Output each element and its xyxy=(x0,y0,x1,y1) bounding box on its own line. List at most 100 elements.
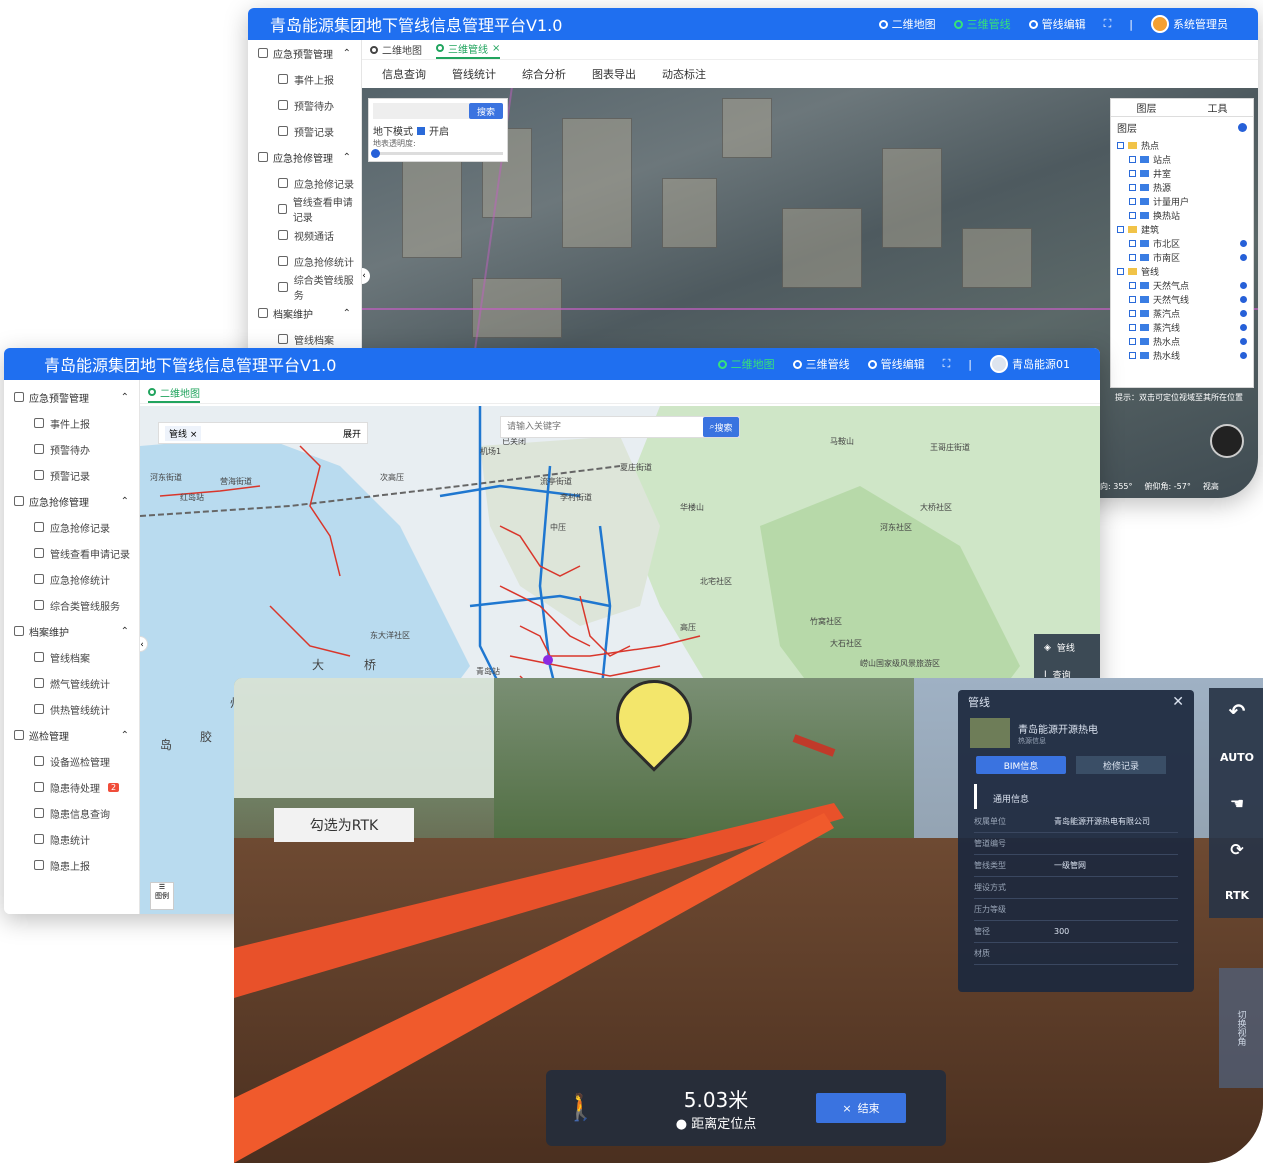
sidebar-item[interactable]: 管线查看申请记录 xyxy=(4,540,139,566)
sidebar-item[interactable]: 事件上报 xyxy=(248,66,361,92)
subtab-dynamic-label[interactable]: 动态标注 xyxy=(662,66,706,82)
layer-checkbox[interactable] xyxy=(1129,323,1136,331)
layer-row[interactable]: 热水线 xyxy=(1117,348,1247,362)
tab-layers[interactable]: 图层 xyxy=(1137,100,1157,115)
sidebar-item[interactable]: 应急抢修统计 xyxy=(248,248,361,274)
opacity-slider[interactable] xyxy=(1240,351,1247,359)
tool-pipeline[interactable]: ◈ 管线 xyxy=(1034,634,1100,661)
layer-checkbox[interactable] xyxy=(1117,141,1124,149)
compass-icon[interactable] xyxy=(1210,424,1244,458)
sidebar-group[interactable]: 应急预警管理 ⌃ xyxy=(248,40,361,66)
layer-row[interactable]: 市北区 xyxy=(1117,236,1247,250)
subtab-chart-export[interactable]: 图表导出 xyxy=(592,66,636,82)
tab-2d-map[interactable]: 二维地图 xyxy=(148,385,200,403)
filter-chip[interactable]: 管线 × xyxy=(165,425,202,441)
layer-checkbox[interactable] xyxy=(1129,155,1136,163)
opacity-slider[interactable] xyxy=(1240,239,1247,247)
opacity-slider[interactable] xyxy=(1240,337,1247,345)
switch-view-button[interactable]: 切换视角 xyxy=(1219,968,1263,1088)
underground-checkbox[interactable] xyxy=(417,126,425,135)
nav-3d-pipeline[interactable]: 三维管线 xyxy=(953,16,1011,32)
sidebar-item[interactable]: 综合类管线服务 xyxy=(248,274,361,302)
layer-row[interactable]: 天然气线 xyxy=(1117,292,1247,306)
layer-row[interactable]: 蒸汽线 xyxy=(1117,320,1247,334)
bim-info-button[interactable]: BIM信息 xyxy=(976,756,1066,774)
search-input[interactable] xyxy=(501,417,703,437)
close-icon[interactable]: × xyxy=(190,430,198,440)
opacity-slider[interactable] xyxy=(1240,323,1247,331)
search-button[interactable]: ⌕ 搜索 xyxy=(703,417,739,437)
layer-checkbox[interactable] xyxy=(1129,337,1136,345)
sidebar-group[interactable]: 档案维护 ⌃ xyxy=(4,618,139,644)
sidebar-item[interactable]: 隐患统计 xyxy=(4,826,139,852)
layer-row[interactable]: 天然气点 xyxy=(1117,278,1247,292)
layer-row[interactable]: 蒸汽点 xyxy=(1117,306,1247,320)
layer-row[interactable]: 站点 xyxy=(1117,152,1247,166)
back-icon[interactable]: ↶ xyxy=(1209,688,1263,734)
tab-tools[interactable]: 工具 xyxy=(1208,100,1228,115)
layer-checkbox[interactable] xyxy=(1129,351,1136,359)
layer-row[interactable]: 市南区 xyxy=(1117,250,1247,264)
layer-checkbox[interactable] xyxy=(1129,211,1136,219)
close-icon[interactable]: ✕ xyxy=(1172,694,1184,710)
sidebar-group[interactable]: 应急预警管理 ⌃ xyxy=(4,384,139,410)
rotate-icon[interactable]: ⟳ xyxy=(1209,826,1263,872)
sidebar-item[interactable]: 应急抢修统计 xyxy=(4,566,139,592)
sidebar-item[interactable]: 管线档案 xyxy=(4,644,139,670)
fullscreen-icon[interactable]: ⛶ xyxy=(943,357,951,371)
sidebar-item[interactable]: 隐患上报 xyxy=(4,852,139,878)
sidebar-item[interactable]: 隐患待处理 2 xyxy=(4,774,139,800)
opacity-slider[interactable] xyxy=(371,149,503,158)
layer-checkbox[interactable] xyxy=(1129,253,1136,261)
sidebar-group[interactable]: 巡检管理 ⌃ xyxy=(4,722,139,748)
auto-button[interactable]: AUTO xyxy=(1209,734,1263,780)
rtk-button[interactable]: RTK xyxy=(1209,872,1263,918)
sidebar-item[interactable]: 隐患信息查询 xyxy=(4,800,139,826)
layer-row[interactable]: 计量用户 xyxy=(1117,194,1247,208)
sidebar-group[interactable]: 应急抢修管理 ⌃ xyxy=(248,144,361,170)
repair-record-button[interactable]: 检修记录 xyxy=(1076,756,1166,774)
opacity-slider[interactable] xyxy=(1240,295,1247,303)
layer-row[interactable]: 管线 xyxy=(1117,264,1247,278)
sidebar-item[interactable]: 事件上报 xyxy=(4,410,139,436)
nav-2d-map[interactable]: 二维地图 xyxy=(878,16,936,32)
sidebar-item[interactable]: 预警记录 xyxy=(4,462,139,488)
sidebar-item[interactable]: 视频通话 xyxy=(248,222,361,248)
layer-row[interactable]: 换热站 xyxy=(1117,208,1247,222)
sidebar-item[interactable]: 应急抢修记录 xyxy=(248,170,361,196)
legend-button[interactable]: ☰ 图例 xyxy=(150,882,174,910)
expand-button[interactable]: 展开 xyxy=(343,427,361,440)
sidebar-item[interactable]: 供热管线统计 xyxy=(4,696,139,722)
layer-row[interactable]: 热源 xyxy=(1117,180,1247,194)
sidebar-item[interactable]: 预警待办 xyxy=(248,92,361,118)
layer-checkbox[interactable] xyxy=(1129,169,1136,177)
sidebar-item[interactable]: 管线查看申请记录 xyxy=(248,196,361,224)
sidebar-item[interactable]: 预警待办 xyxy=(4,436,139,462)
subtab-analysis[interactable]: 综合分析 xyxy=(522,66,566,82)
layer-checkbox[interactable] xyxy=(1129,281,1136,289)
layer-row[interactable]: 井室 xyxy=(1117,166,1247,180)
search-input[interactable] xyxy=(373,103,469,119)
layer-row[interactable]: 热水点 xyxy=(1117,334,1247,348)
nav-pipeline-edit[interactable]: 管线编辑 xyxy=(867,356,925,372)
subtab-info-query[interactable]: 信息查询 xyxy=(382,66,426,82)
search-button[interactable]: 搜索 xyxy=(469,103,503,119)
layer-checkbox[interactable] xyxy=(1117,225,1124,233)
close-icon[interactable] xyxy=(1238,123,1247,132)
layer-checkbox[interactable] xyxy=(1129,295,1136,303)
layer-checkbox[interactable] xyxy=(1129,239,1136,247)
tab-3d-pipeline[interactable]: 三维管线 × xyxy=(436,41,501,59)
opacity-slider[interactable] xyxy=(1240,309,1247,317)
close-icon[interactable]: × xyxy=(492,43,500,54)
end-button[interactable]: × 结束 xyxy=(816,1093,906,1123)
hand-icon[interactable]: ☚ xyxy=(1209,780,1263,826)
layer-row[interactable]: 建筑 xyxy=(1117,222,1247,236)
user-menu[interactable]: 青岛能源01 xyxy=(990,355,1070,373)
user-menu[interactable]: 系统管理员 xyxy=(1151,15,1228,33)
tab-2d-map[interactable]: 二维地图 xyxy=(370,42,422,57)
layer-checkbox[interactable] xyxy=(1129,183,1136,191)
sidebar-item[interactable]: 设备巡检管理 xyxy=(4,748,139,774)
nav-3d-pipeline[interactable]: 三维管线 xyxy=(792,356,850,372)
sidebar-item[interactable]: 应急抢修记录 xyxy=(4,514,139,540)
layer-checkbox[interactable] xyxy=(1117,267,1124,275)
